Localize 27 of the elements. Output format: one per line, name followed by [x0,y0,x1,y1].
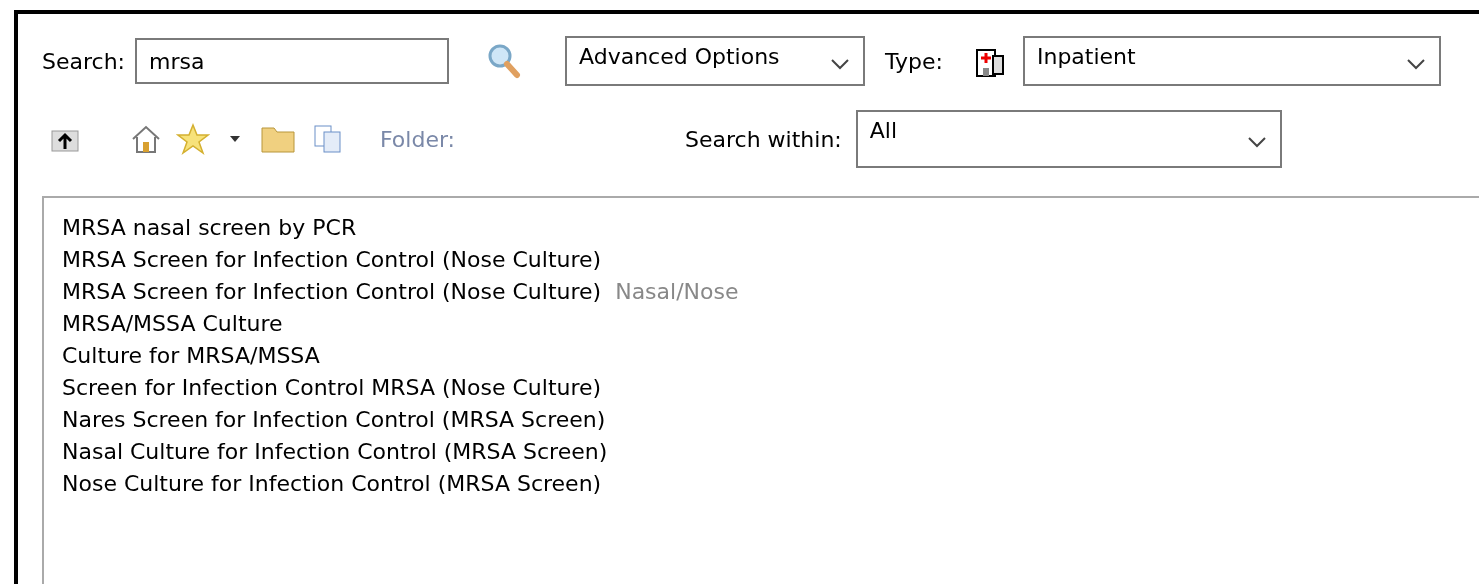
star-icon[interactable] [176,123,210,155]
result-item[interactable]: Nose Culture for Infection Control (MRSA Screen) [62,468,602,500]
search-icon[interactable] [487,43,521,79]
search-within-label: Search within: [685,126,842,152]
result-item[interactable]: MRSA Screen for Infection Control (Nose Culture) [62,276,602,308]
folder-label: Folder: [380,126,455,152]
result-detail: Nasal/Nose [615,278,739,306]
result-item[interactable]: MRSA Screen for Infection Control (Nose Culture) [62,244,602,276]
result-item[interactable]: Screen for Infection Control MRSA (Nose Culture) [62,372,602,404]
type-dropdown[interactable]: Inpatient [1022,36,1441,86]
result-item[interactable]: MRSA nasal screen by PCR [62,212,357,244]
folder-icon[interactable] [260,124,296,154]
search-within-dropdown[interactable]: All [855,110,1282,168]
result-item[interactable]: Culture for MRSA/MSSA [62,340,320,372]
search-field[interactable]: mrsa [135,38,449,84]
caret-down-icon[interactable] [228,134,242,144]
copy-icon[interactable] [312,123,344,155]
advanced-options-dropdown[interactable]: Advanced Options [565,36,865,86]
chevron-down-icon [1404,57,1427,71]
home-icon[interactable] [130,123,162,155]
search-label: Search: [42,48,125,74]
chevron-down-icon [829,57,851,71]
result-item[interactable]: Nasal Culture for Infection Control (MRSA Screen) [62,436,608,468]
chevron-down-icon [1245,135,1268,149]
type-label: Type: [885,48,943,74]
result-item[interactable]: Nares Screen for Infection Control (MRSA Screen) [62,404,606,436]
result-item[interactable]: MRSA/MSSA Culture [62,308,283,340]
